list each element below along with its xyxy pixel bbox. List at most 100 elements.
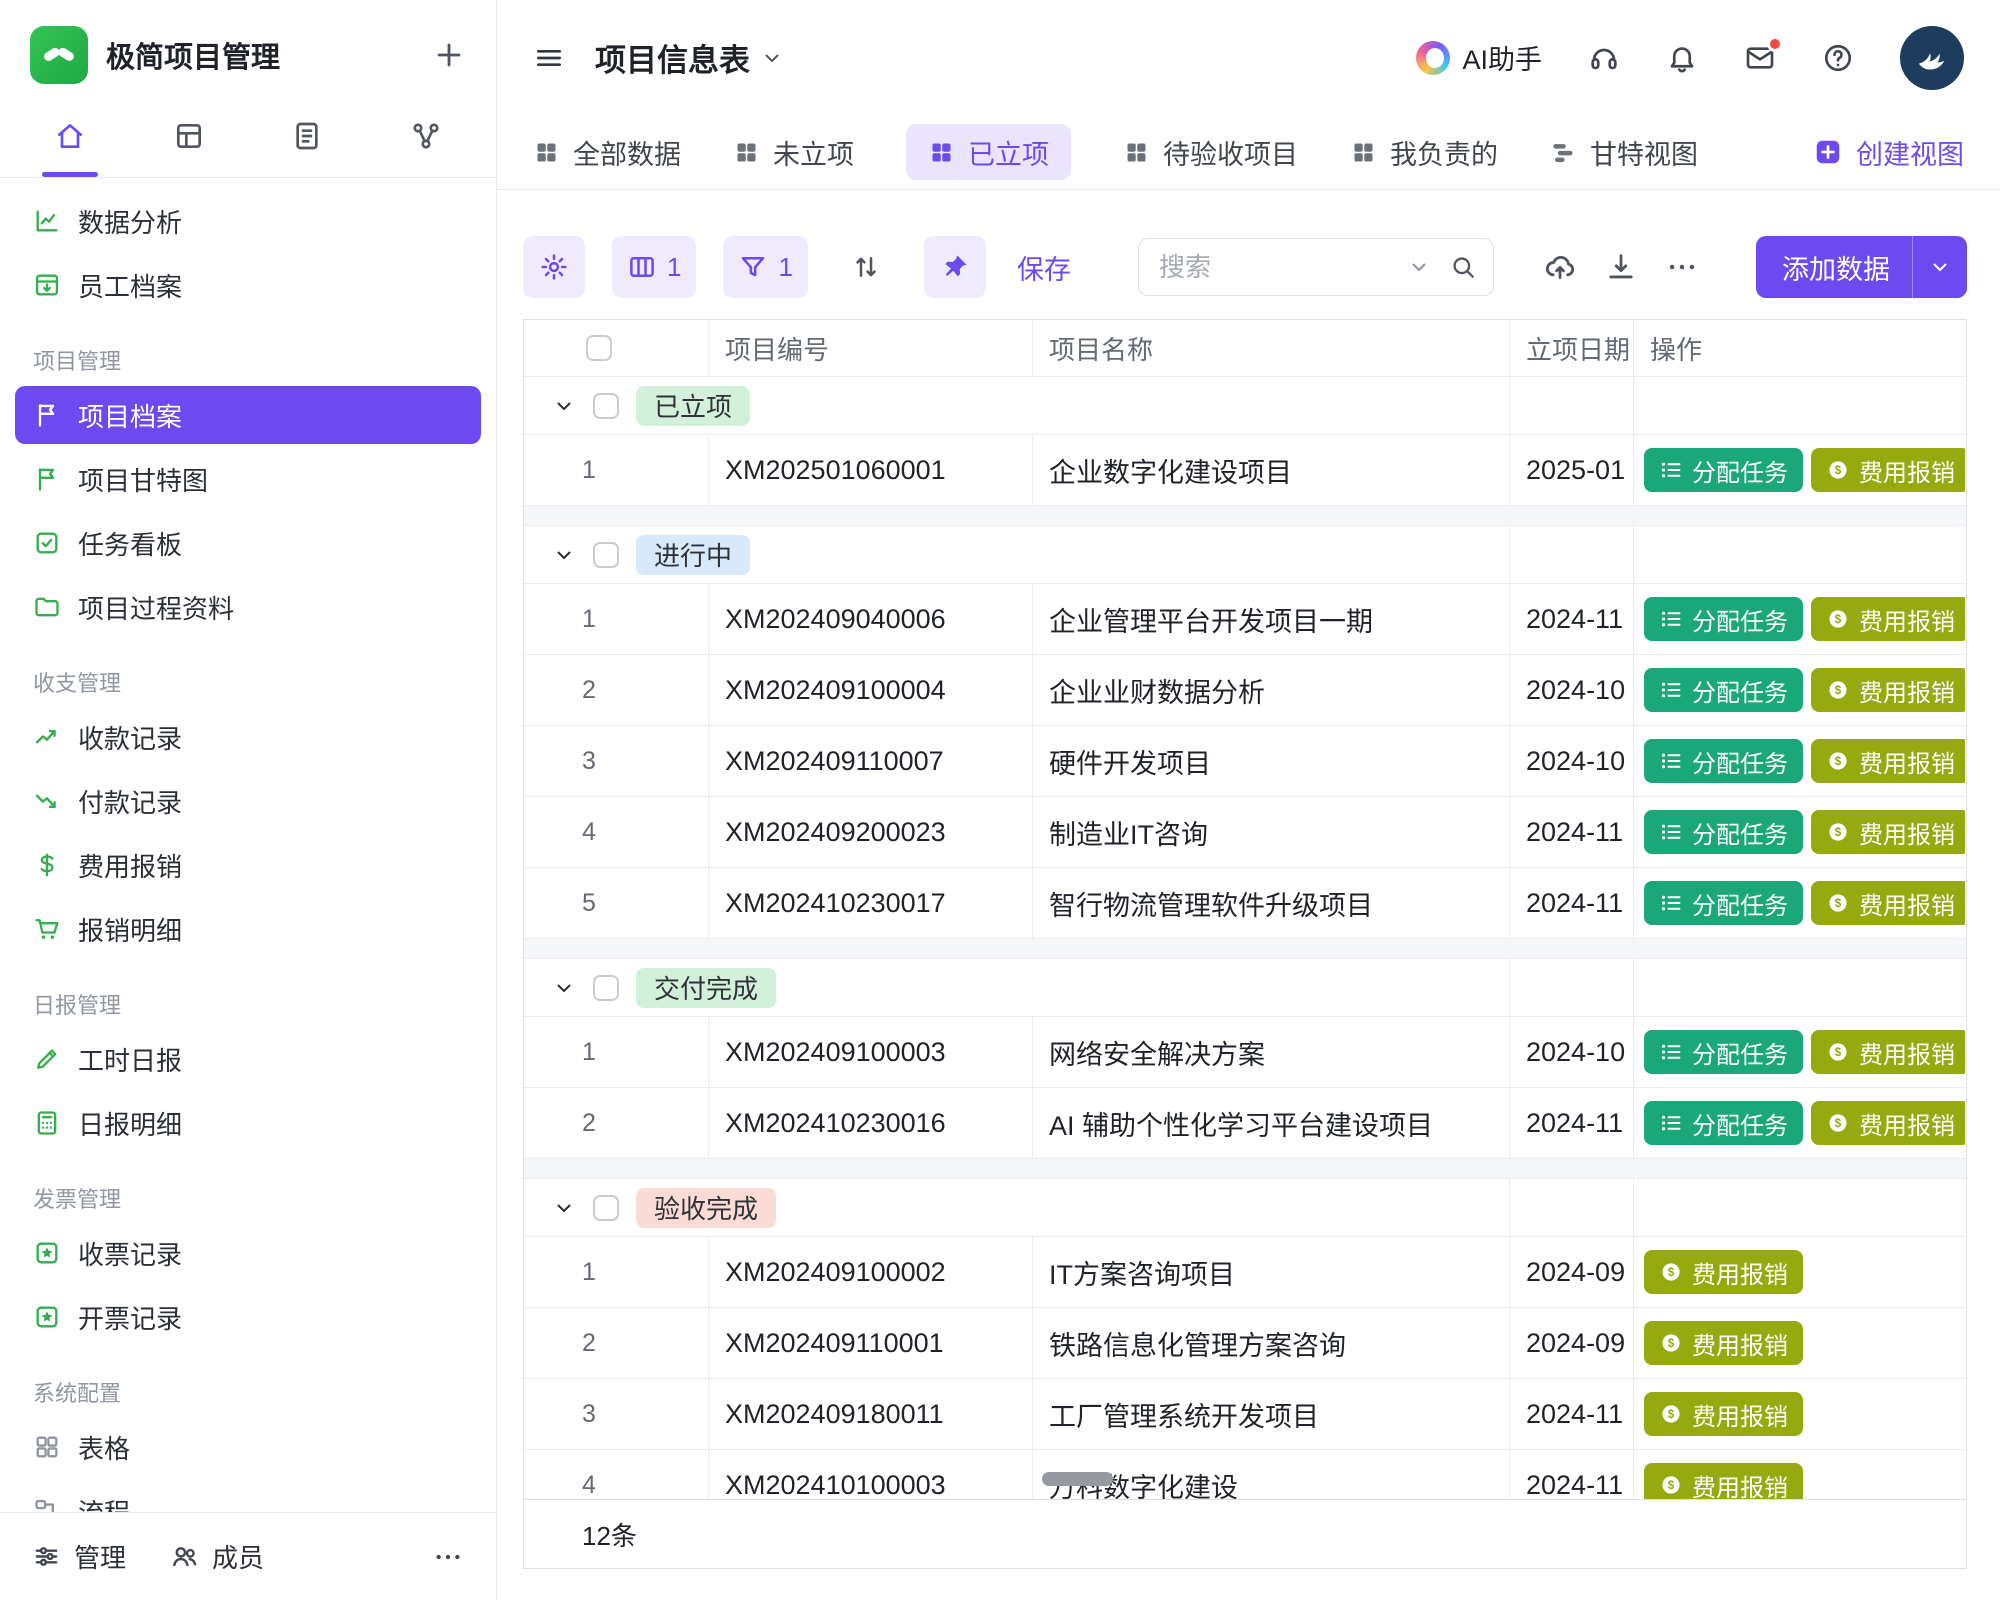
cloud-upload-icon[interactable] — [1543, 250, 1577, 284]
expense-report-button[interactable]: $费用报销 — [1811, 1030, 1965, 1074]
headset-icon[interactable] — [1588, 42, 1620, 74]
sidebar-item[interactable]: 付款记录 — [15, 772, 481, 830]
table-row[interactable]: 1 XM202409100003 网络安全解决方案 2024-10 分配任务$费… — [524, 1017, 1966, 1088]
table-row[interactable]: 3 XM202409180011 工厂管理系统开发项目 2024-11 $费用报… — [524, 1379, 1966, 1450]
sidebar-tab-table[interactable] — [153, 110, 225, 177]
sidebar-item[interactable]: 工时日报 — [15, 1030, 481, 1088]
expense-report-button[interactable]: $费用报销 — [1644, 1321, 1803, 1365]
assign-task-button[interactable]: 分配任务 — [1644, 1101, 1803, 1145]
expense-report-button[interactable]: $费用报销 — [1811, 597, 1965, 641]
horizontal-scrollbar-thumb[interactable] — [1042, 1472, 1113, 1486]
sidebar-item[interactable]: 项目甘特图 — [15, 450, 481, 508]
table-row[interactable]: 5 XM202410230017 智行物流管理软件升级项目 2024-11 分配… — [524, 868, 1966, 939]
expense-report-button[interactable]: $费用报销 — [1811, 668, 1965, 712]
view-tab[interactable]: 我负责的 — [1350, 124, 1498, 180]
assign-task-button[interactable]: 分配任务 — [1644, 1030, 1803, 1074]
settings-button[interactable] — [523, 236, 585, 298]
search-icon[interactable] — [1449, 253, 1477, 281]
sidebar-item[interactable]: 日报明细 — [15, 1094, 481, 1152]
table-row[interactable]: 3 XM202409110007 硬件开发项目 2024-10 分配任务$费用报… — [524, 726, 1966, 797]
column-header-operations[interactable]: 操作 — [1633, 320, 1965, 376]
sidebar-tab-workflow[interactable] — [390, 110, 462, 177]
expense-report-button[interactable]: $费用报销 — [1811, 1101, 1965, 1145]
assign-task-button[interactable]: 分配任务 — [1644, 739, 1803, 783]
column-header-start-date[interactable]: 立项日期 — [1509, 320, 1633, 376]
view-tab-label: 已立项 — [968, 133, 1049, 172]
mail-icon[interactable] — [1744, 42, 1776, 74]
hamburger-icon[interactable] — [533, 42, 565, 74]
sidebar-item[interactable]: 收票记录 — [15, 1224, 481, 1282]
column-header-project-name[interactable]: 项目名称 — [1032, 320, 1509, 376]
assign-task-button[interactable]: 分配任务 — [1644, 881, 1803, 925]
assign-task-button[interactable]: 分配任务 — [1644, 448, 1803, 492]
group-spacer — [524, 939, 1966, 959]
view-tab[interactable]: 已立项 — [906, 124, 1071, 180]
sidebar-item[interactable]: 报销明细 — [15, 900, 481, 958]
sidebar-item[interactable]: 费用报销 — [15, 836, 481, 894]
sidebar-more-icon[interactable] — [432, 1541, 464, 1573]
expense-report-button[interactable]: $费用报销 — [1811, 881, 1965, 925]
sidebar-item[interactable]: 收款记录 — [15, 708, 481, 766]
add-data-button[interactable]: 添加数据 — [1756, 236, 1967, 298]
create-view-button[interactable]: 创建视图 — [1813, 133, 1964, 172]
filter-button[interactable]: 1 — [723, 236, 807, 298]
column-header-project-id[interactable]: 项目编号 — [708, 320, 1032, 376]
search-input[interactable] — [1159, 252, 1395, 283]
ai-assistant-button[interactable]: AI助手 — [1416, 38, 1542, 77]
download-icon[interactable] — [1604, 250, 1638, 284]
table-row[interactable]: 1 XM202501060001 企业数字化建设项目 2025-01 分配任务$… — [524, 435, 1966, 506]
table-row[interactable]: 4 XM202409200023 制造业IT咨询 2024-11 分配任务$费用… — [524, 797, 1966, 868]
view-tab[interactable]: 未立项 — [733, 124, 854, 180]
sort-button[interactable] — [835, 236, 897, 298]
select-all-checkbox[interactable] — [586, 335, 612, 361]
search-scope-chevron-down-icon[interactable] — [1407, 255, 1431, 279]
manage-button[interactable]: 管理 — [32, 1538, 126, 1575]
bell-icon[interactable] — [1666, 42, 1698, 74]
help-icon[interactable] — [1822, 42, 1854, 74]
sidebar-item[interactable]: 流程 — [15, 1482, 481, 1512]
sidebar-tab-home[interactable] — [34, 110, 106, 177]
table-row[interactable]: 2 XM202410230016 AI 辅助个性化学习平台建设项目 2024-1… — [524, 1088, 1966, 1159]
sidebar-item[interactable]: 开票记录 — [15, 1288, 481, 1346]
group-checkbox[interactable] — [593, 542, 619, 568]
group-checkbox[interactable] — [593, 975, 619, 1001]
content-area: 1 1 保存 — [497, 190, 2000, 1600]
more-ellipsis-icon[interactable] — [1665, 250, 1699, 284]
sidebar-item[interactable]: 项目档案 — [15, 386, 481, 444]
table-row[interactable]: 2 XM202409110001 铁路信息化管理方案咨询 2024-09 $费用… — [524, 1308, 1966, 1379]
sidebar-item[interactable]: 员工档案 — [15, 256, 481, 314]
view-tab-label: 待验收项目 — [1163, 133, 1298, 172]
group-checkbox[interactable] — [593, 393, 619, 419]
pin-button[interactable] — [924, 236, 986, 298]
group-checkbox[interactable] — [593, 1195, 619, 1221]
project-id-cell: XM202409100004 — [708, 655, 1032, 725]
view-tab[interactable]: 待验收项目 — [1123, 124, 1298, 180]
field-config-button[interactable]: 1 — [612, 236, 696, 298]
save-button[interactable]: 保存 — [1017, 248, 1071, 287]
sidebar-item[interactable]: 任务看板 — [15, 514, 481, 572]
sidebar-tab-document[interactable] — [271, 110, 343, 177]
group-status-badge: 已立项 — [636, 386, 750, 426]
assign-task-button[interactable]: 分配任务 — [1644, 597, 1803, 641]
sidebar-item[interactable]: 表格 — [15, 1418, 481, 1476]
table-row[interactable]: 1 XM202409040006 企业管理平台开发项目一期 2024-11 分配… — [524, 584, 1966, 655]
expense-report-button[interactable]: $费用报销 — [1811, 810, 1965, 854]
sidebar-item[interactable]: 项目过程资料 — [15, 578, 481, 636]
sidebar-item[interactable]: 数据分析 — [15, 192, 481, 250]
view-tab[interactable]: 甘特视图 — [1550, 124, 1698, 180]
view-tab-label: 甘特视图 — [1590, 133, 1698, 172]
assign-task-button[interactable]: 分配任务 — [1644, 668, 1803, 712]
view-tab[interactable]: 全部数据 — [533, 124, 681, 180]
data-table: 项目编号 项目名称 立项日期 操作 已立项 1 XM202501060001 企… — [523, 319, 1967, 1569]
members-button[interactable]: 成员 — [170, 1538, 264, 1575]
title-chevron-down-icon[interactable] — [760, 46, 784, 70]
table-row[interactable]: 2 XM202409100004 企业业财数据分析 2024-10 分配任务$费… — [524, 655, 1966, 726]
assign-task-button[interactable]: 分配任务 — [1644, 810, 1803, 854]
expense-report-button[interactable]: $费用报销 — [1811, 448, 1965, 492]
avatar[interactable] — [1900, 26, 1964, 90]
expense-report-button[interactable]: $费用报销 — [1644, 1250, 1803, 1294]
expense-report-button[interactable]: $费用报销 — [1811, 739, 1965, 783]
table-row[interactable]: 1 XM202409100002 IT方案咨询项目 2024-09 $费用报销 — [524, 1237, 1966, 1308]
expense-report-button[interactable]: $费用报销 — [1644, 1392, 1803, 1436]
add-workspace-plus-icon[interactable] — [432, 38, 466, 72]
